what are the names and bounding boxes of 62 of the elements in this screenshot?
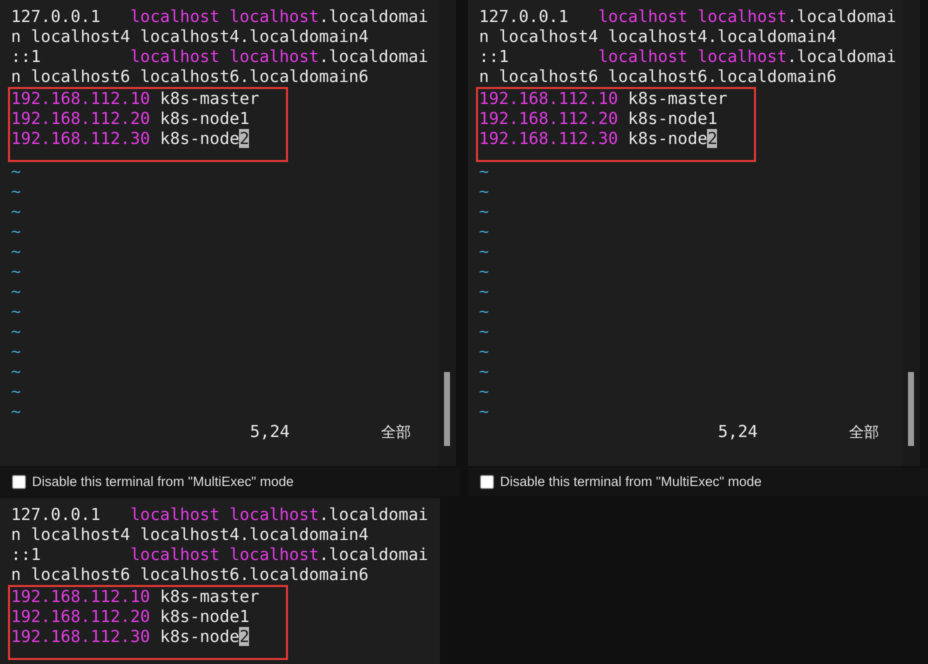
scroll-scope: 全部: [849, 422, 879, 442]
empty-line-marker: ~: [479, 202, 489, 222]
empty-line-marker: ~: [479, 222, 489, 242]
empty-line-marker: ~: [479, 262, 489, 282]
empty-line-marker: ~: [479, 362, 489, 382]
terminal-line: 127.0.0.1 localhost localhost.localdomai: [11, 7, 428, 27]
empty-line-marker: ~: [11, 362, 21, 382]
empty-line-marker: ~: [11, 302, 21, 322]
checkbox-label[interactable]: Disable this terminal from "MultiExec" mode: [32, 472, 294, 492]
terminal-line: 192.168.112.20 k8s-node1: [11, 607, 250, 627]
empty-line-marker: ~: [11, 202, 21, 222]
terminal-line: 192.168.112.30 k8s-node2: [11, 129, 250, 149]
empty-line-marker: ~: [11, 322, 21, 342]
empty-line-marker: ~: [11, 242, 21, 262]
terminal-pane[interactable]: [468, 0, 902, 466]
terminal-line: n localhost4 localhost4.localdomain4: [11, 27, 369, 47]
empty-line-marker: ~: [11, 222, 21, 242]
empty-line-marker: ~: [479, 302, 489, 322]
empty-line-marker: ~: [11, 282, 21, 302]
terminal-line: ::1 localhost localhost.localdomai: [11, 47, 428, 67]
empty-line-marker: ~: [11, 262, 21, 282]
terminal-line: 192.168.112.30 k8s-node2: [11, 627, 250, 647]
scrollbar-thumb[interactable]: [444, 372, 450, 446]
empty-line-marker: ~: [11, 182, 21, 202]
scrollbar[interactable]: [438, 0, 456, 466]
terminal-line: n localhost4 localhost4.localdomain4: [11, 525, 369, 545]
terminal-pane[interactable]: [0, 0, 438, 466]
scroll-scope: 全部: [381, 422, 411, 442]
empty-line-marker: ~: [479, 182, 489, 202]
terminal-line: 192.168.112.10 k8s-master: [479, 89, 728, 109]
terminal-line: ::1 localhost localhost.localdomai: [479, 47, 896, 67]
terminal-line: n localhost4 localhost4.localdomain4: [479, 27, 837, 47]
checkbox-label[interactable]: Disable this terminal from "MultiExec" mode: [500, 472, 762, 492]
terminal-line: 127.0.0.1 localhost localhost.localdomai: [479, 7, 896, 27]
empty-line-marker: ~: [11, 402, 21, 422]
scrollbar-thumb[interactable]: [908, 372, 914, 446]
terminal-line: n localhost6 localhost6.localdomain6: [11, 67, 369, 87]
checkbox[interactable]: [480, 475, 494, 489]
scrollbar[interactable]: [902, 0, 920, 466]
terminal-pane[interactable]: [0, 498, 440, 664]
terminal-line: 192.168.112.30 k8s-node2: [479, 129, 718, 149]
empty-line-marker: ~: [479, 242, 489, 262]
cursor-position: 5,24: [250, 422, 291, 442]
terminal-line: 192.168.112.20 k8s-node1: [479, 109, 718, 129]
checkbox[interactable]: [12, 475, 26, 489]
terminal-line: 192.168.112.20 k8s-node1: [11, 109, 250, 129]
terminal-line: ::1 localhost localhost.localdomai: [11, 545, 428, 565]
terminal-line: 192.168.112.10 k8s-master: [11, 587, 260, 607]
terminal-line: 192.168.112.10 k8s-master: [11, 89, 260, 109]
empty-line-marker: ~: [479, 382, 489, 402]
terminal-line: n localhost6 localhost6.localdomain6: [11, 565, 369, 585]
empty-line-marker: ~: [479, 342, 489, 362]
empty-line-marker: ~: [479, 402, 489, 422]
cursor-position: 5,24: [718, 422, 759, 442]
empty-line-marker: ~: [11, 162, 21, 182]
empty-line-marker: ~: [11, 382, 21, 402]
empty-line-marker: ~: [479, 162, 489, 182]
terminal-line: n localhost6 localhost6.localdomain6: [479, 67, 837, 87]
empty-line-marker: ~: [479, 322, 489, 342]
empty-line-marker: ~: [479, 282, 489, 302]
empty-line-marker: ~: [11, 342, 21, 362]
terminal-line: 127.0.0.1 localhost localhost.localdomai: [11, 505, 428, 525]
